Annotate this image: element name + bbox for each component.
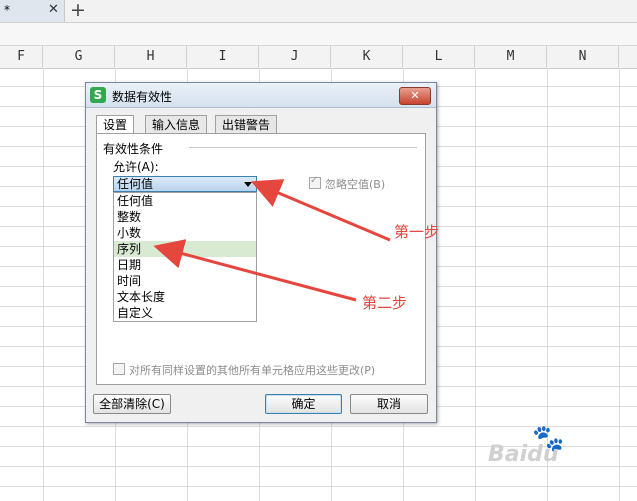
allow-select-value: 任何值 <box>117 177 154 191</box>
tab-error-alert[interactable]: 出错警告 <box>215 115 278 133</box>
option-date[interactable]: 日期 <box>114 257 256 273</box>
cancel-button[interactable]: 取消 <box>350 394 428 414</box>
ignore-blank-label: 忽略空值(B) <box>325 178 386 191</box>
apply-all-checkbox[interactable] <box>113 363 125 375</box>
apply-all-label: 对所有同样设置的其他所有单元格应用这些更改(P) <box>129 364 376 377</box>
column-header-l[interactable]: L <box>403 46 475 68</box>
close-tab-icon[interactable]: ✕ <box>48 2 59 17</box>
ignore-blank-checkbox[interactable] <box>309 175 321 189</box>
option-custom[interactable]: 自定义 <box>114 305 256 321</box>
option-sequence[interactable]: 序列 <box>114 241 256 257</box>
column-header-g[interactable]: G <box>43 46 115 68</box>
ignore-blank-option[interactable]: 忽略空值(B) <box>309 175 386 192</box>
clear-all-button[interactable]: 全部清除(C) <box>93 394 171 414</box>
column-header-m[interactable]: M <box>475 46 547 68</box>
allow-select[interactable]: 任何值 <box>113 176 257 192</box>
option-decimal[interactable]: 小数 <box>114 225 256 241</box>
column-header-row: F G H I J K L M N <box>0 46 637 69</box>
document-tab-bar: * ✕ + <box>0 0 637 23</box>
group-divider <box>189 147 417 148</box>
allow-label: 允许(A): <box>113 160 159 174</box>
option-time[interactable]: 时间 <box>114 273 256 289</box>
validation-criteria-label: 有效性条件 <box>103 142 164 156</box>
data-validation-dialog: S 数据有效性 ✕ 设置 输入信息 出错警告 有效性条件 允许(A): 任何值 … <box>85 82 437 423</box>
column-header-i[interactable]: I <box>187 46 259 68</box>
step2-label: 第二步 <box>362 294 408 312</box>
allow-options-list[interactable]: 任何值 整数 小数 序列 日期 时间 文本长度 自定义 <box>113 192 257 322</box>
dropdown-arrow-icon[interactable] <box>244 182 252 187</box>
step1-label: 第一步 <box>394 223 440 241</box>
dialog-close-button[interactable]: ✕ <box>399 87 431 105</box>
option-any-value[interactable]: 任何值 <box>114 193 256 209</box>
document-tab-title: * <box>4 3 10 17</box>
formula-toolbar <box>0 23 637 46</box>
tab-input-message[interactable]: 输入信息 <box>145 115 208 133</box>
tab-settings[interactable]: 设置 <box>96 115 135 134</box>
column-header-k[interactable]: K <box>331 46 403 68</box>
ok-button[interactable]: 确定 <box>265 394 342 414</box>
watermark-brand: Baidu <box>488 442 559 467</box>
dialog-title: 数据有效性 <box>112 90 173 104</box>
column-header-n[interactable]: N <box>547 46 619 68</box>
new-tab-icon[interactable]: + <box>70 0 86 21</box>
dialog-titlebar[interactable]: S 数据有效性 ✕ <box>86 83 436 108</box>
document-tab[interactable]: * ✕ <box>0 0 65 22</box>
settings-panel: 有效性条件 允许(A): 任何值 任何值 整数 小数 序列 日期 时间 文本长度… <box>96 133 426 385</box>
option-text-length[interactable]: 文本长度 <box>114 289 256 305</box>
wps-spreadsheet-icon: S <box>90 87 106 103</box>
column-header-j[interactable]: J <box>259 46 331 68</box>
apply-all-option[interactable]: 对所有同样设置的其他所有单元格应用这些更改(P) <box>113 362 375 378</box>
column-header-h[interactable]: H <box>115 46 187 68</box>
column-header-f[interactable]: F <box>0 46 43 68</box>
option-integer[interactable]: 整数 <box>114 209 256 225</box>
baidu-watermark: 🐾 Baidu <box>488 424 632 488</box>
